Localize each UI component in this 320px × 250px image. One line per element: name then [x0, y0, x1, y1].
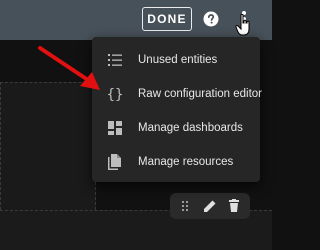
annotation-arrow [38, 46, 100, 90]
menu-item-raw-configuration-editor[interactable]: {} Raw configuration editor [92, 77, 263, 111]
menu-item-label: Unused entities [138, 54, 218, 66]
menu-item-label: Manage resources [138, 156, 234, 168]
menu-item-manage-resources[interactable]: Manage resources [92, 145, 260, 179]
list-icon [108, 54, 122, 66]
help-circle-icon[interactable] [203, 11, 219, 27]
menu-item-unused-entities[interactable]: Unused entities [92, 43, 260, 77]
delete-icon[interactable] [226, 198, 242, 214]
card-edit-toolbar [170, 193, 250, 219]
code-braces-icon: {} [107, 87, 124, 103]
drag-handle-icon[interactable] [178, 198, 194, 214]
pencil-icon[interactable] [202, 198, 218, 214]
done-button[interactable]: DONE [142, 7, 192, 31]
top-app-bar: DONE [0, 0, 272, 40]
dashboard-icon [108, 121, 122, 135]
svg-text:{}: {} [107, 87, 124, 103]
file-multiple-icon [108, 154, 121, 170]
menu-item-label: Manage dashboards [138, 122, 243, 134]
hand-cursor-icon [235, 14, 250, 36]
overflow-menu: Unused entities {} Raw configuration edi… [92, 37, 263, 182]
menu-item-manage-dashboards[interactable]: Manage dashboards [92, 111, 260, 145]
menu-item-label: Raw configuration editor [138, 88, 263, 100]
